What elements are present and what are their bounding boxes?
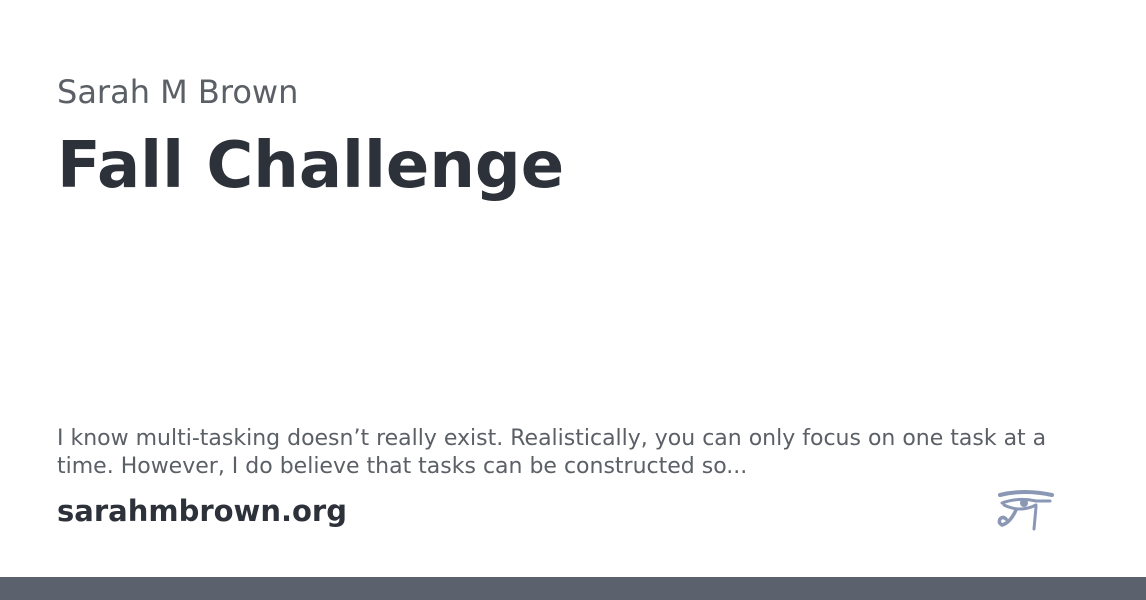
post-title[interactable]: Fall Challenge (57, 128, 564, 204)
footer-bar (0, 577, 1146, 600)
site-domain[interactable]: sarahmbrown.org (57, 492, 347, 530)
author-name: Sarah M Brown (57, 73, 299, 111)
post-excerpt: I know multi-tasking doesn’t really exis… (57, 426, 1047, 479)
link-preview-card[interactable]: Sarah M Brown Fall Challenge I know mult… (0, 0, 1146, 600)
eye-of-horus-icon (997, 490, 1054, 531)
